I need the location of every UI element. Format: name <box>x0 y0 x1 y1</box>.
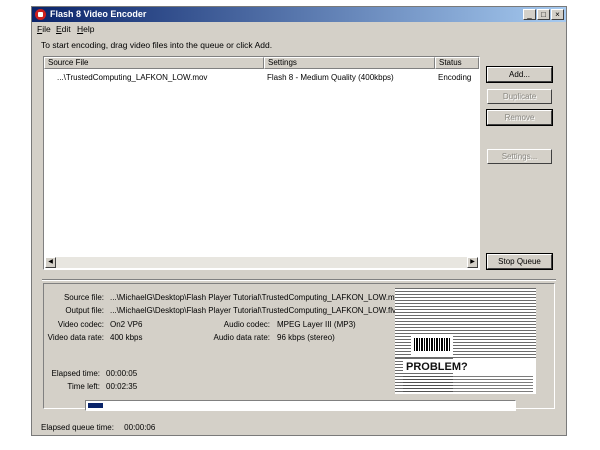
barcode-icon <box>411 335 453 357</box>
output-file-value: ...\MichaelG\Desktop\Flash Player Tutori… <box>110 306 397 315</box>
video-preview: PROBLEM? <box>395 288 536 394</box>
video-rate-label: Video data rate: <box>47 333 104 342</box>
stop-queue-button[interactable]: Stop Queue <box>486 253 553 270</box>
time-left-label: Time left: <box>67 382 100 391</box>
progress-fill <box>88 403 103 408</box>
status-bar: Elapsed queue time: 00:00:06 <box>41 423 155 432</box>
video-codec-value: On2 VP6 <box>110 320 143 329</box>
scroll-right-arrow-icon[interactable]: ▶ <box>467 257 478 268</box>
row-source-file: ...\TrustedComputing_LAFKON_LOW.mov <box>57 73 208 82</box>
main-window: Flash 8 Video Encoder _ □ × File Edit He… <box>31 6 567 436</box>
settings-button[interactable]: Settings... <box>487 149 552 164</box>
maximize-button[interactable]: □ <box>537 9 550 20</box>
duplicate-button[interactable]: Duplicate <box>487 89 552 104</box>
instructions-text: To start encoding, drag video files into… <box>41 40 273 50</box>
column-header-status[interactable]: Status <box>435 57 479 69</box>
minimize-button[interactable]: _ <box>523 9 536 20</box>
column-header-source[interactable]: Source File <box>44 57 264 69</box>
audio-codec-label: Audio codec: <box>223 320 270 329</box>
queue-time-label: Elapsed queue time: <box>41 423 114 432</box>
scroll-left-arrow-icon[interactable]: ◀ <box>45 257 56 268</box>
audio-rate-value: 96 kbps (stereo) <box>277 333 335 342</box>
audio-rate-label: Audio data rate: <box>213 333 270 342</box>
menu-file[interactable]: File <box>37 24 51 34</box>
video-rate-value: 400 kbps <box>110 333 143 342</box>
encoding-progress-bar <box>85 400 516 411</box>
source-file-value: ...\MichaelG\Desktop\Flash Player Tutori… <box>110 293 404 302</box>
flash-app-icon <box>35 9 46 20</box>
row-settings: Flash 8 - Medium Quality (400kbps) <box>267 73 394 82</box>
row-status: Encoding <box>438 73 472 82</box>
column-header-settings[interactable]: Settings <box>264 57 435 69</box>
add-button[interactable]: Add... <box>486 66 553 83</box>
audio-codec-value: MPEG Layer III (MP3) <box>277 320 356 329</box>
source-file-label: Source file: <box>63 293 104 302</box>
preview-heading: PROBLEM? <box>403 361 471 373</box>
elapsed-time-label: Elapsed time: <box>51 369 100 378</box>
menu-help[interactable]: Help <box>77 24 94 34</box>
output-file-label: Output file: <box>65 306 104 315</box>
menu-bar: File Edit Help <box>32 22 566 36</box>
horizontal-scrollbar[interactable]: ◀ ▶ <box>45 257 478 268</box>
time-left-value: 00:02:35 <box>106 382 138 391</box>
close-button[interactable]: × <box>551 9 564 20</box>
window-title: Flash 8 Video Encoder <box>50 9 147 19</box>
divider <box>42 279 556 281</box>
menu-edit[interactable]: Edit <box>56 24 71 34</box>
encoding-queue-list[interactable]: Source File Settings Status ...\TrustedC… <box>43 56 480 270</box>
title-bar[interactable]: Flash 8 Video Encoder _ □ × <box>32 7 566 22</box>
preview-body-text <box>403 376 533 394</box>
remove-button[interactable]: Remove <box>486 109 553 126</box>
queue-time-value: 00:00:06 <box>124 423 156 432</box>
elapsed-time-value: 00:00:05 <box>106 369 138 378</box>
video-codec-label: Video codec: <box>57 320 104 329</box>
